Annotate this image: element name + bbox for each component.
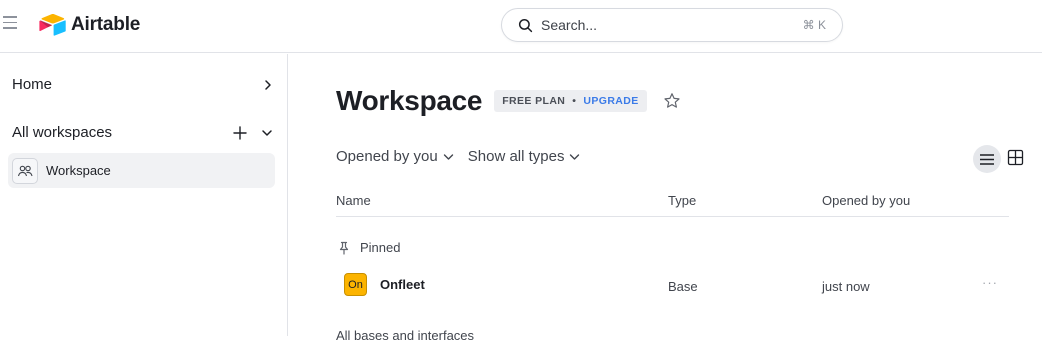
base-icon: On	[344, 273, 367, 296]
app-name: Airtable	[71, 14, 141, 35]
airtable-logo[interactable]: Airtable	[39, 13, 140, 37]
people-icon	[12, 157, 38, 184]
search-shortcut: ⌘ K	[802, 18, 826, 32]
sidebar-item-workspace[interactable]: Workspace	[8, 153, 275, 188]
sidebar-all-workspaces-label: All workspaces	[12, 124, 113, 141]
plan-badge: FREE PLAN • UPGRADE	[494, 90, 647, 112]
sidebar: Home All workspaces Workspace	[0, 54, 288, 336]
chevron-down-icon	[570, 153, 580, 160]
star-icon[interactable]	[663, 92, 681, 110]
page-title: Workspace	[336, 85, 483, 116]
opened-by-label: Opened by you	[336, 148, 438, 165]
plan-separator: •	[572, 95, 577, 107]
plan-label: FREE PLAN	[502, 95, 566, 107]
grid-view-icon	[1007, 149, 1024, 166]
pin-icon	[339, 241, 349, 255]
airtable-logo-icon	[39, 13, 66, 36]
column-header-opened[interactable]: Opened by you	[822, 193, 910, 208]
table-row[interactable]: On Onfleet Base just now ···	[336, 267, 1009, 303]
sidebar-home-label: Home	[12, 76, 53, 93]
main-content: Workspace FREE PLAN • UPGRADE Opened by …	[289, 54, 1042, 343]
chevron-right-icon[interactable]	[263, 79, 273, 91]
plus-icon[interactable]	[233, 125, 247, 140]
hamburger-menu-icon[interactable]	[3, 16, 19, 34]
header-divider	[336, 216, 1009, 217]
opened-by-dropdown[interactable]: Opened by you	[336, 148, 454, 165]
search-input[interactable]: Search... ⌘ K	[501, 8, 843, 42]
top-bar: Airtable Search... ⌘ K	[0, 0, 1042, 53]
list-view-button[interactable]	[973, 145, 1001, 173]
chevron-down-icon[interactable]	[261, 128, 273, 138]
sidebar-item-all-workspaces[interactable]: All workspaces	[12, 124, 273, 141]
pinned-section-header: Pinned	[338, 240, 400, 255]
column-header-name[interactable]: Name	[336, 193, 371, 208]
list-view-icon	[980, 153, 994, 165]
sidebar-item-home[interactable]: Home	[12, 76, 273, 93]
base-type: Base	[668, 279, 698, 294]
type-filter-dropdown[interactable]: Show all types	[468, 148, 581, 165]
sidebar-workspace-label: Workspace	[46, 163, 111, 178]
chevron-down-icon	[443, 153, 453, 160]
base-name: Onfleet	[380, 277, 425, 292]
search-icon	[518, 18, 533, 32]
grid-view-button[interactable]	[1007, 149, 1024, 171]
base-opened-time: just now	[822, 279, 870, 294]
column-header-type[interactable]: Type	[668, 193, 696, 208]
pinned-label: Pinned	[360, 240, 401, 255]
upgrade-link[interactable]: UPGRADE	[583, 95, 638, 107]
type-filter-label: Show all types	[467, 148, 565, 165]
search-placeholder: Search...	[541, 17, 598, 33]
more-options-button[interactable]: ···	[982, 275, 998, 290]
